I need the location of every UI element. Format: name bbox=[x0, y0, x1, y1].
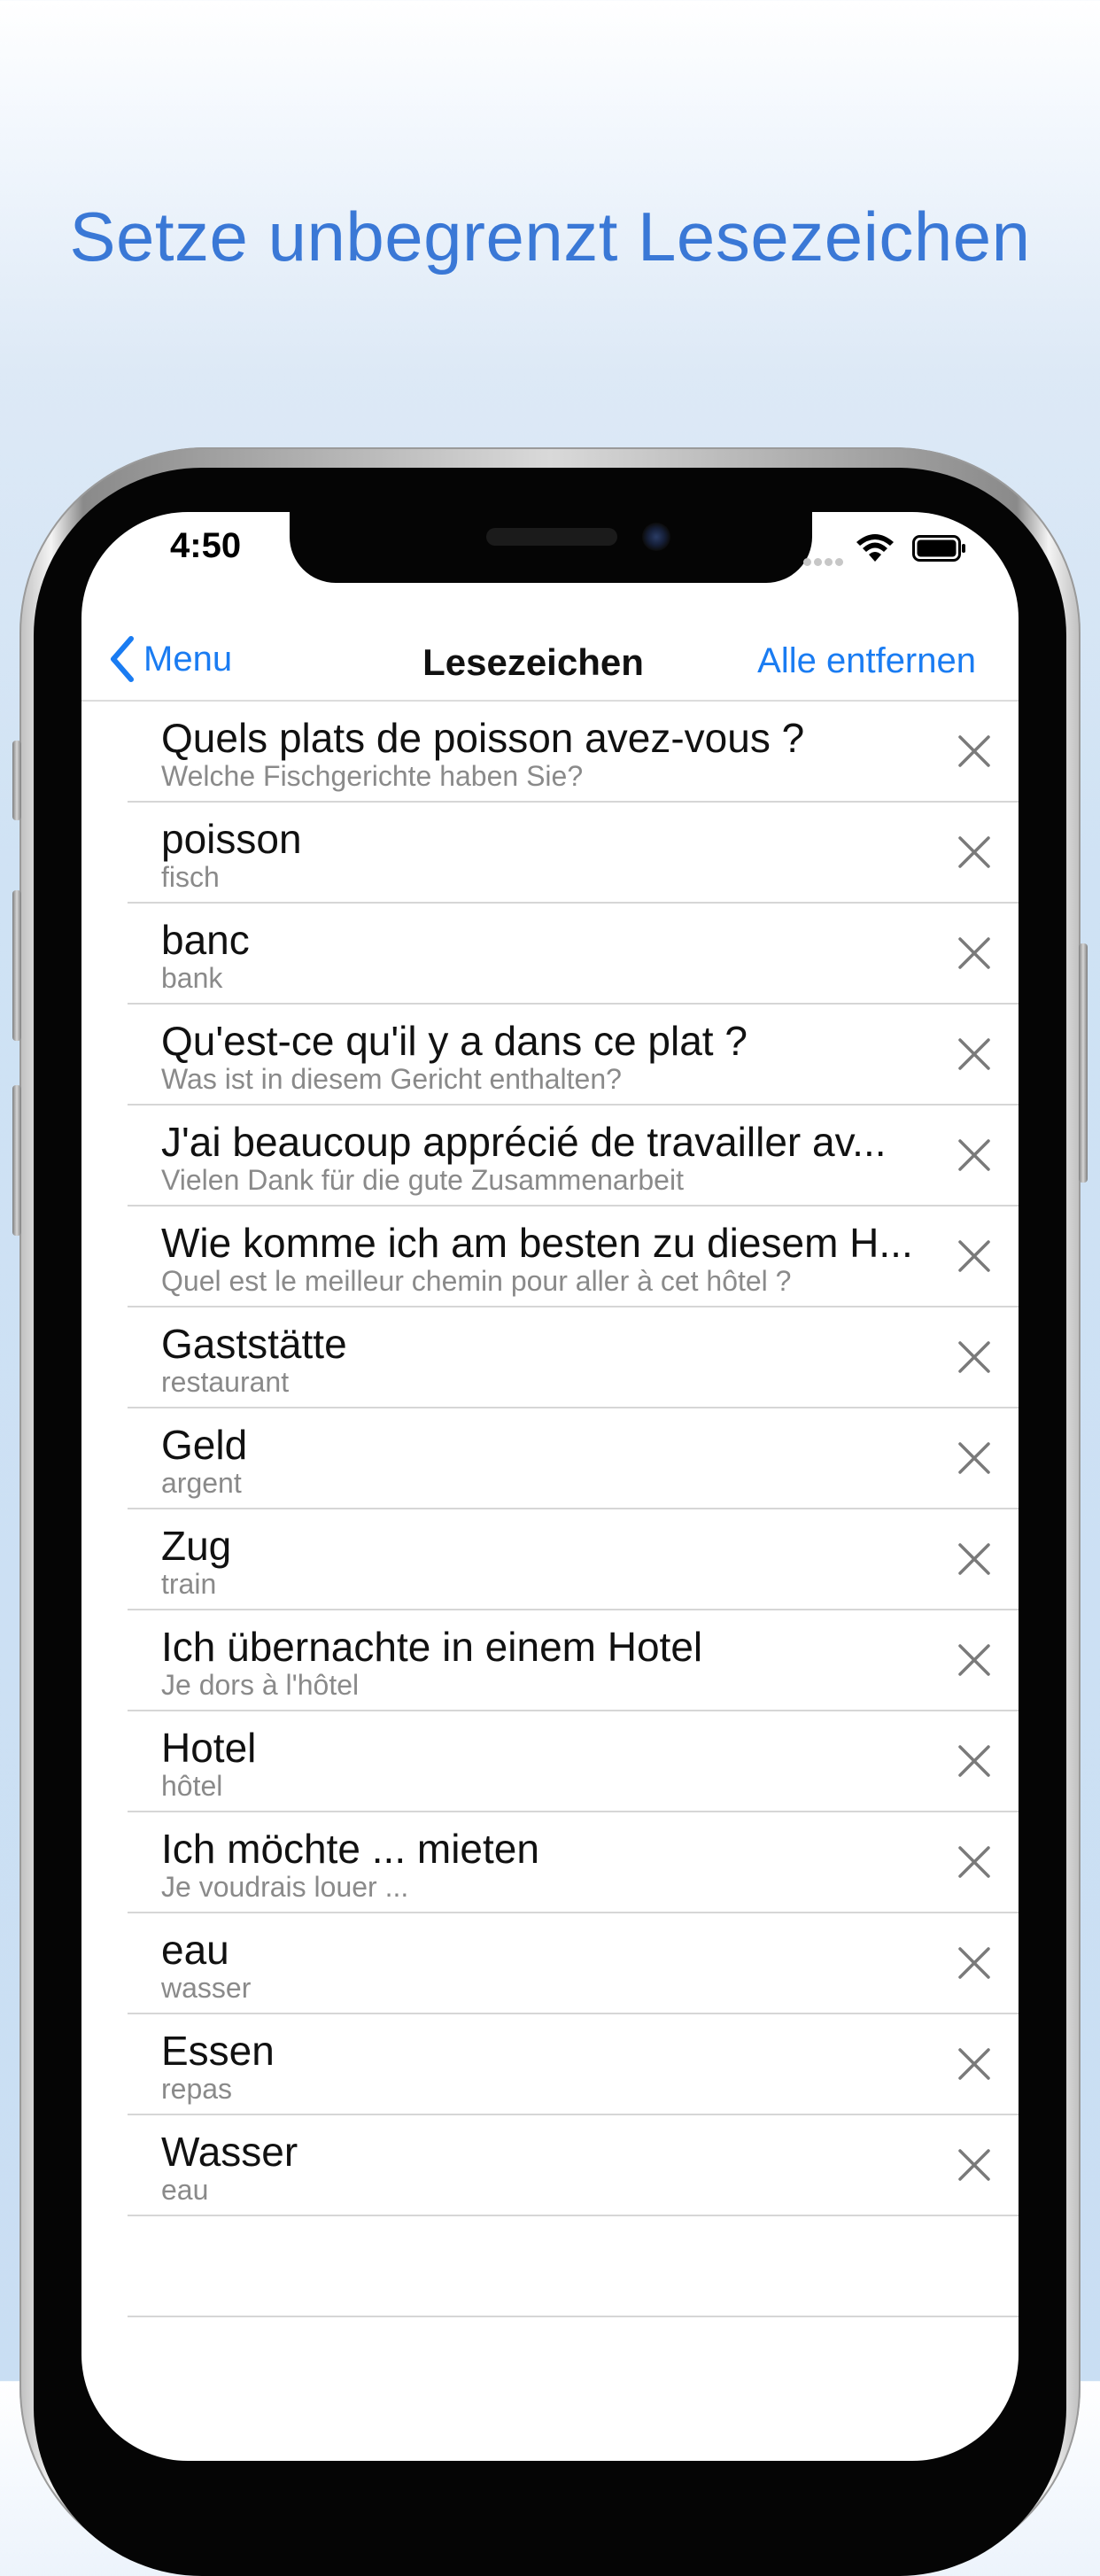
list-item[interactable]: Essen repas bbox=[128, 2014, 1019, 2115]
navigation-bar: Menu Lesezeichen Alle entfernen bbox=[81, 618, 1019, 702]
bookmark-translation: bank bbox=[161, 962, 223, 994]
close-icon[interactable] bbox=[957, 1642, 992, 1678]
bookmark-translation: Was ist in diesem Gericht enthalten? bbox=[161, 1063, 622, 1095]
close-icon[interactable] bbox=[957, 1844, 992, 1880]
bookmark-translation: Quel est le meilleur chemin pour aller à… bbox=[161, 1265, 792, 1297]
mute-switch bbox=[12, 741, 21, 820]
bookmark-translation: wasser bbox=[161, 1972, 252, 2004]
list-item[interactable]: Ich möchte ... mieten Je voudrais louer … bbox=[128, 1812, 1019, 1913]
list-item[interactable]: Qu'est-ce qu'il y a dans ce plat ? Was i… bbox=[128, 1005, 1019, 1106]
bookmark-phrase: Gaststätte bbox=[161, 1321, 347, 1367]
status-time: 4:50 bbox=[170, 526, 242, 565]
list-item[interactable]: Hotel hôtel bbox=[128, 1711, 1019, 1812]
chevron-left-icon bbox=[111, 636, 134, 682]
bookmark-translation: repas bbox=[161, 2073, 233, 2105]
bookmark-translation: Vielen Dank für die gute Zusammenarbeit bbox=[161, 1164, 684, 1196]
list-item[interactable]: Ich übernachte in einem Hotel Je dors à … bbox=[128, 1610, 1019, 1711]
bookmark-phrase: Wasser bbox=[161, 2129, 298, 2175]
cellular-signal-icon bbox=[803, 555, 846, 566]
empty-row bbox=[128, 2216, 1019, 2317]
front-camera-icon bbox=[642, 523, 670, 551]
bookmark-phrase: Qu'est-ce qu'il y a dans ce plat ? bbox=[161, 1018, 748, 1064]
remove-all-button[interactable]: Alle entfernen bbox=[757, 641, 976, 681]
list-item[interactable]: Gaststätte restaurant bbox=[128, 1307, 1019, 1408]
page-title: Lesezeichen bbox=[422, 641, 644, 683]
close-icon[interactable] bbox=[957, 1945, 992, 1981]
bookmark-phrase: Essen bbox=[161, 2028, 275, 2074]
bookmark-list: Quels plats de poisson avez-vous ? Welch… bbox=[81, 702, 1019, 2317]
bookmark-phrase: Wie komme ich am besten zu diesem H... bbox=[161, 1220, 913, 1266]
bookmark-phrase: Hotel bbox=[161, 1725, 257, 1771]
bookmark-translation: argent bbox=[161, 1467, 242, 1499]
back-button-label: Menu bbox=[143, 639, 233, 679]
close-icon[interactable] bbox=[957, 2046, 992, 2082]
close-icon[interactable] bbox=[957, 834, 992, 870]
bookmark-phrase: poisson bbox=[161, 816, 302, 862]
promo-headline: Setze unbegrenzt Lesezeichen bbox=[69, 198, 1031, 275]
bookmark-translation: Je dors à l'hôtel bbox=[161, 1669, 360, 1701]
list-item[interactable]: Geld argent bbox=[128, 1408, 1019, 1509]
back-button[interactable]: Menu bbox=[108, 634, 232, 684]
bookmark-phrase: Zug bbox=[161, 1523, 232, 1569]
bookmark-phrase: banc bbox=[161, 917, 250, 963]
close-icon[interactable] bbox=[957, 2147, 992, 2183]
volume-up-button bbox=[12, 890, 21, 1041]
battery-icon bbox=[912, 535, 965, 562]
close-icon[interactable] bbox=[957, 1743, 992, 1779]
close-icon[interactable] bbox=[957, 1541, 992, 1577]
bookmark-translation: Je voudrais louer ... bbox=[161, 1871, 409, 1903]
list-item[interactable]: banc bank bbox=[128, 904, 1019, 1005]
list-item[interactable]: poisson fisch bbox=[128, 803, 1019, 904]
bookmark-phrase: eau bbox=[161, 1927, 229, 1973]
close-icon[interactable] bbox=[957, 935, 992, 971]
bookmark-phrase: Geld bbox=[161, 1422, 248, 1468]
list-item[interactable]: J'ai beaucoup apprécié de travailler av.… bbox=[128, 1106, 1019, 1207]
speaker-grille bbox=[486, 528, 617, 546]
bookmark-phrase: J'ai beaucoup apprécié de travailler av.… bbox=[161, 1119, 887, 1165]
power-button bbox=[1079, 943, 1088, 1183]
close-icon[interactable] bbox=[957, 1440, 992, 1476]
bookmark-phrase: Ich übernachte in einem Hotel bbox=[161, 1624, 703, 1670]
close-icon[interactable] bbox=[957, 1339, 992, 1375]
phone-screen: 4:50 Menu Lesezeichen Alle entfernen Que… bbox=[81, 512, 1019, 2461]
close-icon[interactable] bbox=[957, 1036, 992, 1072]
wifi-icon bbox=[856, 534, 894, 562]
list-item[interactable]: Quels plats de poisson avez-vous ? Welch… bbox=[128, 702, 1019, 803]
bookmark-translation: fisch bbox=[161, 861, 220, 893]
close-icon[interactable] bbox=[957, 1137, 992, 1173]
bookmark-translation: Welche Fischgerichte haben Sie? bbox=[161, 760, 584, 792]
bookmark-phrase: Quels plats de poisson avez-vous ? bbox=[161, 715, 805, 761]
close-icon[interactable] bbox=[957, 1238, 992, 1274]
list-item[interactable]: Wasser eau bbox=[128, 2115, 1019, 2216]
bookmark-phrase: Ich möchte ... mieten bbox=[161, 1826, 539, 1872]
bookmark-translation: restaurant bbox=[161, 1366, 290, 1398]
bookmark-translation: eau bbox=[161, 2174, 209, 2206]
notch bbox=[290, 512, 812, 583]
list-item[interactable]: Wie komme ich am besten zu diesem H... Q… bbox=[128, 1207, 1019, 1307]
bookmark-translation: hôtel bbox=[161, 1770, 223, 1802]
list-item[interactable]: eau wasser bbox=[128, 1913, 1019, 2014]
volume-down-button bbox=[12, 1085, 21, 1236]
list-item[interactable]: Zug train bbox=[128, 1509, 1019, 1610]
bookmark-translation: train bbox=[161, 1568, 217, 1600]
close-icon[interactable] bbox=[957, 733, 992, 769]
